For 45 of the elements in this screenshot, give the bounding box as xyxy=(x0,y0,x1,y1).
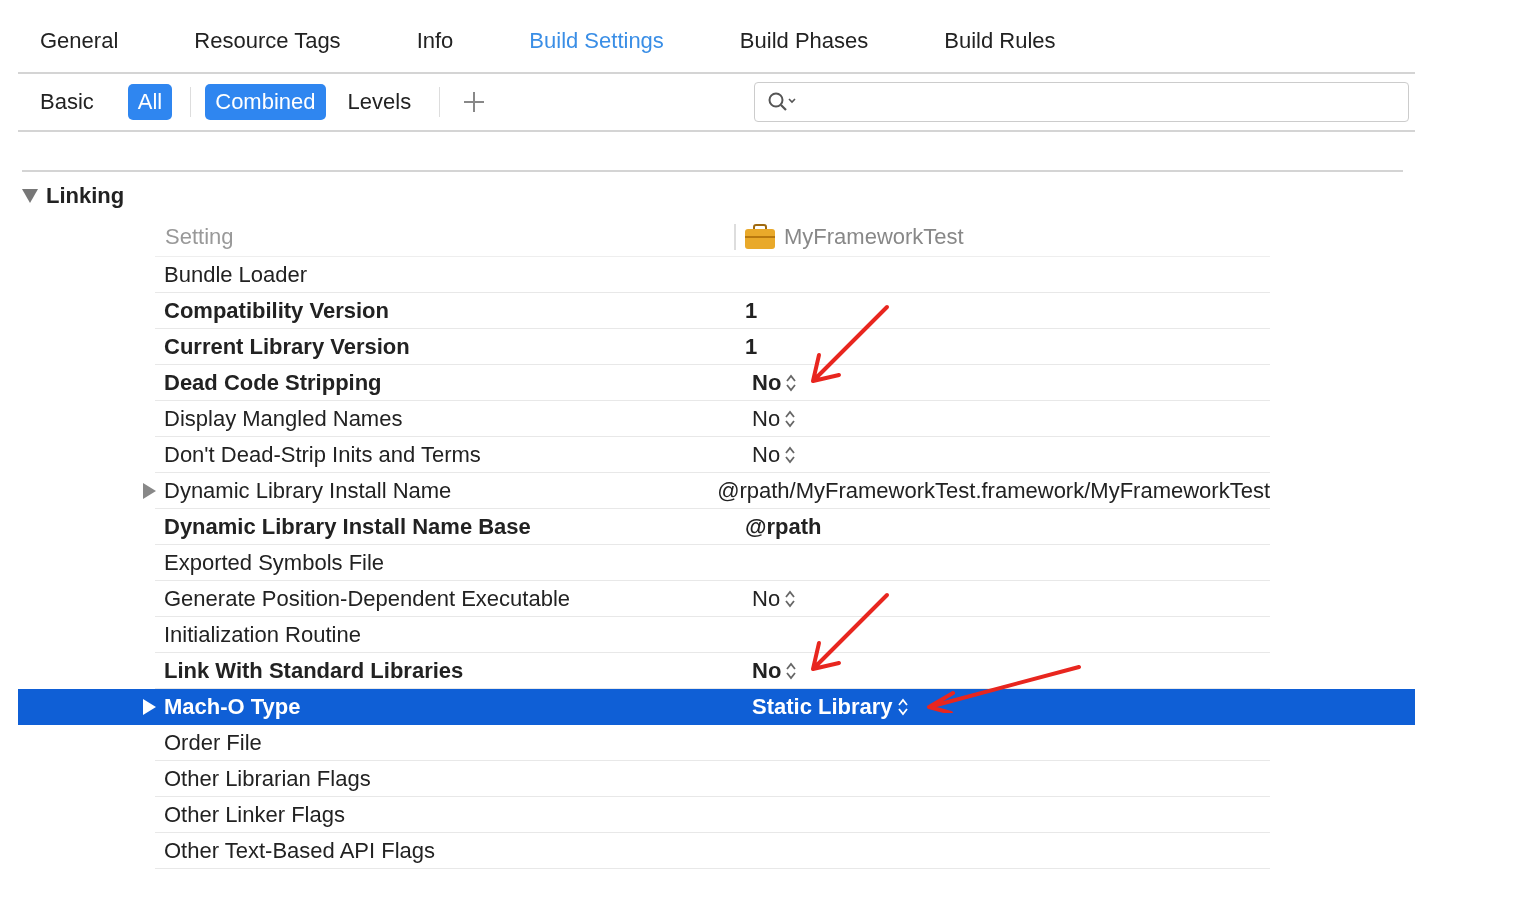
search-field[interactable] xyxy=(754,82,1409,122)
setting-name: Other Linker Flags xyxy=(164,802,345,828)
briefcase-icon xyxy=(744,224,776,250)
setting-value: @rpath/MyFrameworkTest.framework/MyFrameworkTest xyxy=(717,478,1270,504)
column-header: MyFrameworkTest xyxy=(784,224,964,250)
setting-name: Don't Dead-Strip Inits and Terms xyxy=(164,442,481,468)
tab[interactable]: Info xyxy=(416,28,454,54)
tab[interactable]: Build Phases xyxy=(739,28,869,54)
selected-row[interactable]: Mach-O Type Static Library xyxy=(18,689,1415,725)
setting-name: Display Mangled Names xyxy=(164,406,403,432)
tab[interactable]: Resource Tags xyxy=(194,28,341,54)
setting-value: @rpath xyxy=(745,514,822,540)
setting-name: Generate Position-Dependent Executable xyxy=(164,586,571,612)
setting-value: 1 xyxy=(745,334,758,360)
setting-name: Dynamic Library Install Name xyxy=(164,478,452,504)
value-popup[interactable]: Static Library xyxy=(745,694,893,720)
column-header: Setting xyxy=(155,224,736,250)
tab[interactable]: General xyxy=(40,28,119,54)
tab[interactable]: Build Rules xyxy=(944,28,1056,54)
setting-value: 1 xyxy=(745,298,758,324)
setting-name: Order File xyxy=(164,730,262,756)
filter-button[interactable]: All xyxy=(127,84,173,120)
filter-button[interactable]: Basic xyxy=(30,84,104,120)
setting-name: Dead Code Stripping xyxy=(164,370,382,396)
value-popup[interactable]: No xyxy=(745,370,782,396)
setting-name: Other Librarian Flags xyxy=(164,766,371,792)
setting-name: Bundle Loader xyxy=(164,262,308,288)
value-popup[interactable]: No xyxy=(745,658,782,684)
plus-icon[interactable] xyxy=(462,90,487,114)
setting-name: Initialization Routine xyxy=(164,622,361,648)
filter-button[interactable]: Levels xyxy=(337,84,422,120)
setting-name: Other Text-Based API Flags xyxy=(164,838,436,864)
section-title: Linking xyxy=(46,183,125,209)
setting-name: Compatibility Version xyxy=(164,298,389,324)
setting-name: Current Library Version xyxy=(164,334,410,360)
filter-button[interactable]: Combined xyxy=(205,84,326,120)
value-popup[interactable]: No xyxy=(745,406,781,432)
value-popup[interactable]: No xyxy=(745,442,781,468)
setting-name: Link With Standard Libraries xyxy=(164,658,464,684)
search-icon xyxy=(767,91,798,113)
value-popup[interactable]: No xyxy=(745,586,781,612)
setting-name: Mach-O Type xyxy=(164,694,301,720)
setting-name: Dynamic Library Install Name Base xyxy=(164,514,531,540)
setting-name: Exported Symbols File xyxy=(164,550,385,576)
disclosure-triangle-icon[interactable] xyxy=(22,189,38,203)
